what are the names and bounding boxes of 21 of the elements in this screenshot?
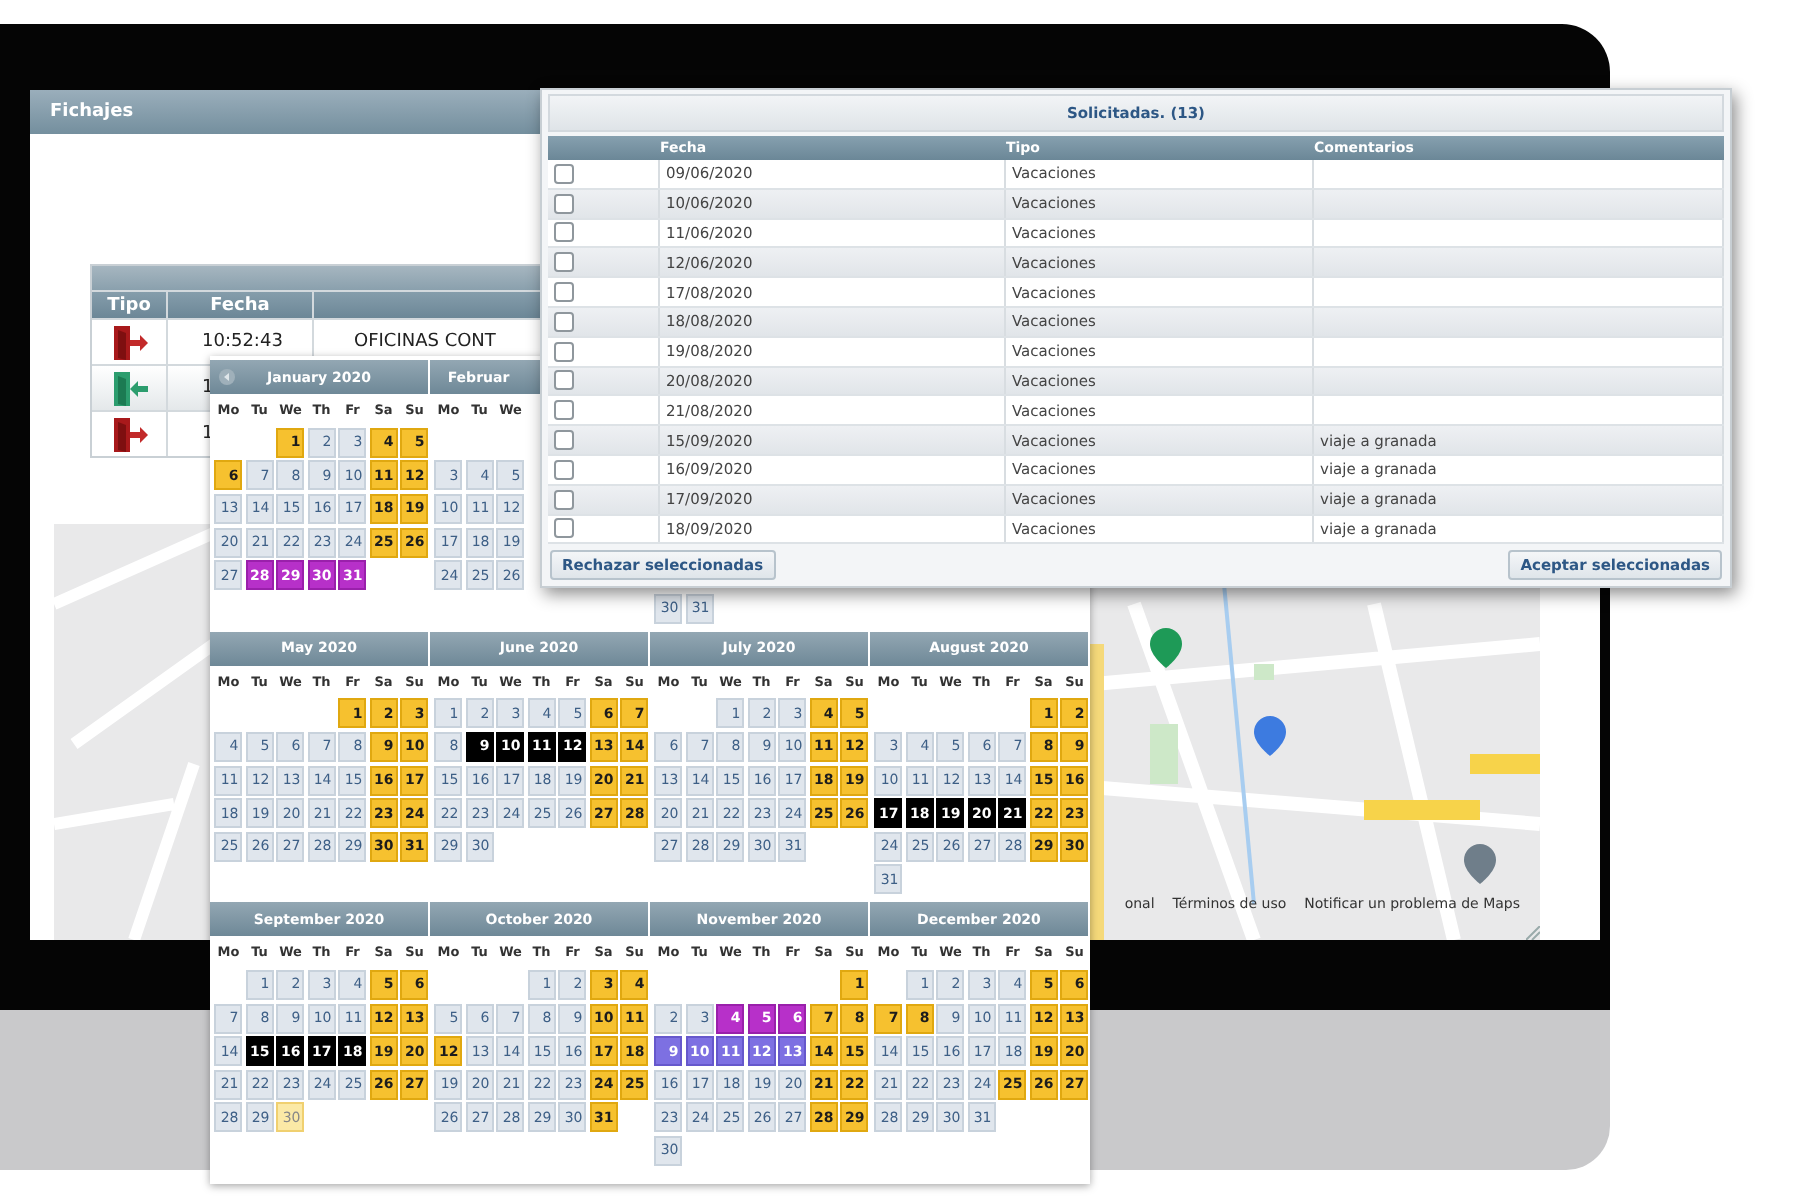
column-header: Fecha	[168, 292, 314, 318]
checkbox[interactable]	[554, 282, 574, 303]
checkbox[interactable]	[554, 341, 574, 362]
checkbox[interactable]	[554, 400, 574, 421]
checkbox[interactable]	[554, 459, 574, 480]
checkbox[interactable]	[554, 370, 574, 391]
previous-month-icon[interactable]	[218, 368, 236, 386]
door-exit-icon	[111, 415, 147, 453]
checkbox[interactable]	[554, 430, 574, 451]
resize-grip-icon[interactable]	[1526, 926, 1540, 940]
checkbox[interactable]	[554, 252, 574, 273]
checkbox[interactable]	[554, 193, 574, 214]
checkbox[interactable]	[554, 311, 574, 332]
door-exit-icon	[111, 323, 147, 361]
column-header: Tipo	[92, 292, 168, 318]
checkbox[interactable]	[554, 163, 574, 184]
door-entry-icon	[111, 369, 147, 407]
checkbox[interactable]	[554, 222, 574, 243]
checkbox[interactable]	[554, 489, 574, 510]
checkbox[interactable]	[554, 518, 574, 539]
window-title: Fichajes	[50, 102, 134, 122]
